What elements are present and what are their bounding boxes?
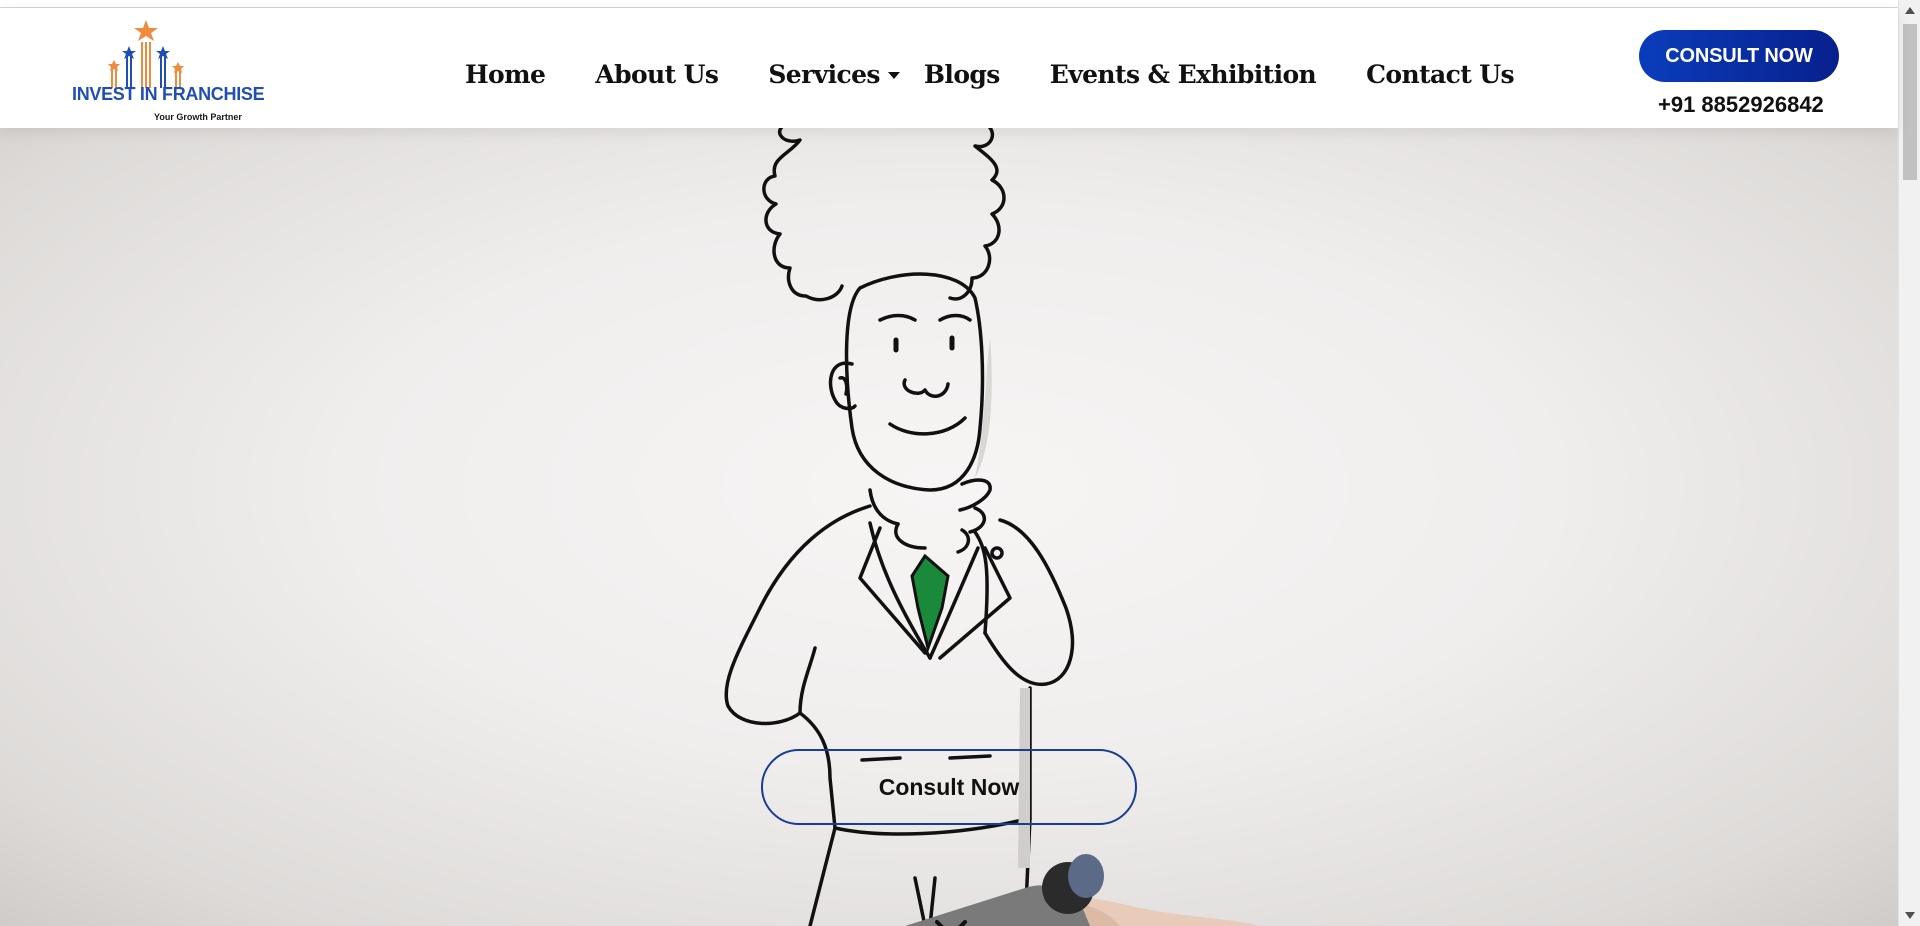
site-header: INVEST IN FRANCHISE Your Growth Partner … [0, 8, 1898, 128]
nav-home[interactable]: Home [465, 60, 546, 89]
top-border [0, 0, 1898, 8]
nav-blogs[interactable]: Blogs [924, 60, 1000, 89]
main-nav: Home About Us Services Blogs Events & Ex… [465, 54, 1515, 94]
nav-services[interactable]: Services [768, 60, 900, 89]
phone-number[interactable]: +91 8852926842 [1658, 92, 1824, 118]
caret-down-icon [887, 72, 900, 79]
logo[interactable]: INVEST IN FRANCHISE Your Growth Partner [72, 18, 265, 128]
scrollbar-thumb[interactable] [1903, 24, 1917, 180]
consult-now-header-button[interactable]: CONSULT NOW [1639, 30, 1839, 82]
nav-services-label: Services [768, 59, 880, 89]
nav-contact-us[interactable]: Contact Us [1366, 60, 1514, 89]
logo-mark-icon [108, 20, 184, 88]
scroll-up-arrow-icon[interactable] [1899, 0, 1920, 22]
page-scrollbar[interactable] [1898, 0, 1920, 926]
scroll-down-arrow-icon[interactable] [1899, 904, 1920, 926]
logo-title: INVEST IN FRANCHISE [72, 84, 265, 104]
logo-tagline: Your Growth Partner [154, 112, 242, 122]
hero-video: Consult Now [0, 128, 1898, 926]
double-chevron-down-icon[interactable] [933, 916, 969, 926]
nav-about-us[interactable]: About Us [595, 60, 719, 89]
consult-now-hero-button[interactable]: Consult Now [761, 749, 1137, 825]
nav-events-exhibition[interactable]: Events & Exhibition [1050, 60, 1317, 89]
